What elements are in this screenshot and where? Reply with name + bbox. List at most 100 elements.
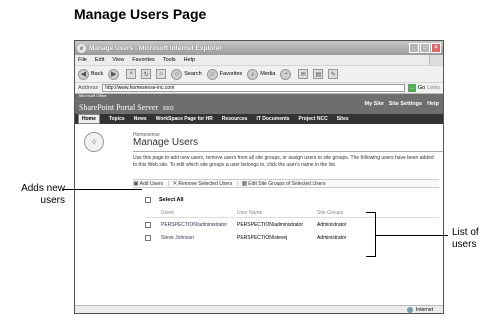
back-arrow-icon: ◀ — [78, 68, 89, 80]
stop-button[interactable]: × — [126, 69, 137, 79]
groups-cell: Administrator — [317, 235, 347, 241]
remove-users-label: Remove Selected Users — [178, 180, 233, 187]
go-label: Go — [417, 85, 426, 91]
col-site-groups: Site Groups — [317, 210, 344, 216]
username-cell: PERSPECTION\stevej — [237, 235, 288, 241]
nav-workspace-hr[interactable]: WorkSpace Page for HR — [156, 116, 213, 122]
add-users-button[interactable]: ▣ Add Users — [133, 180, 164, 188]
address-input[interactable]: http://www.homesense-inc.com — [102, 84, 405, 92]
header-divider — [145, 217, 439, 218]
nav-resources[interactable]: Resources — [222, 116, 248, 122]
callout-add-users-line-2: users — [40, 195, 65, 206]
stop-icon: × — [126, 69, 137, 79]
back-button[interactable]: ◀ Back — [78, 68, 104, 80]
history-button[interactable]: ◔ — [280, 68, 293, 80]
remove-users-button[interactable]: ✕ Remove Selected Users — [172, 180, 233, 188]
search-label: Search — [184, 71, 202, 77]
menu-file[interactable]: File — [78, 57, 87, 63]
add-user-icon: ▣ — [133, 181, 139, 187]
edit-groups-icon: ▦ — [241, 181, 248, 187]
links-button[interactable]: Links — [427, 85, 440, 91]
refresh-button[interactable]: ↻ — [141, 69, 152, 79]
forward-button[interactable]: ▶ — [108, 68, 121, 80]
groups-cell: Administrator — [317, 222, 347, 228]
nav-it-documents[interactable]: IT Documents — [256, 116, 289, 122]
select-all: Select All — [145, 197, 184, 203]
address-label: Address — [78, 85, 99, 91]
toolbar: ◀ Back ▶ × ↻ ⌂ ○ Search ☆ Favorites ♪ Me… — [75, 66, 443, 83]
nav-news[interactable]: News — [134, 116, 147, 122]
address-bar: Address http://www.homesense-inc.com → G… — [75, 83, 443, 94]
logo-year: 2003 — [162, 106, 174, 112]
go-button[interactable]: → Go — [407, 84, 426, 92]
mail-icon: ✉ — [298, 69, 309, 79]
back-label: Back — [91, 71, 104, 77]
menu-bar: File Edit View Favorites Tools Help — [75, 55, 443, 66]
callout-list-line — [376, 235, 448, 236]
callout-add-users-line — [62, 189, 142, 190]
row-checkbox[interactable] — [145, 235, 151, 241]
sharepoint-header: Microsoft Office SharePoint Portal Serve… — [75, 94, 443, 114]
sharepoint-nav: Home Topics News WorkSpace Page for HR R… — [75, 114, 443, 124]
globe-icon — [407, 306, 414, 313]
logo-big-text: SharePoint Portal Server — [79, 103, 159, 112]
nav-project-ncc[interactable]: Project NCC — [299, 116, 328, 122]
favorites-button[interactable]: ☆ Favorites — [206, 68, 243, 80]
windows-flag-icon — [429, 55, 443, 65]
row-checkbox[interactable] — [145, 222, 151, 228]
media-button[interactable]: ♪ Media — [247, 68, 276, 80]
menu-view[interactable]: View — [112, 57, 124, 63]
callout-list-users: List of users — [452, 227, 498, 251]
home-icon: ⌂ — [156, 69, 167, 79]
edit-icon: ✎ — [328, 69, 339, 79]
nav-topics[interactable]: Topics — [109, 116, 125, 122]
help-link[interactable]: Help — [427, 101, 439, 107]
edit-button[interactable]: ✎ — [328, 69, 339, 79]
page-heading: Manage Users — [133, 137, 199, 148]
mail-button[interactable]: ✉ — [298, 69, 309, 79]
ie-icon: e — [77, 43, 86, 53]
status-bar: Internet — [75, 305, 443, 313]
print-button[interactable]: ▤ — [313, 69, 324, 79]
edit-groups-button[interactable]: ▦ Edit Site Groups of Selected Users — [241, 180, 326, 188]
page-content: ✧ Homesense Manage Users Use this page t… — [75, 124, 443, 276]
col-users: Users — [161, 210, 175, 216]
list-bracket — [366, 212, 376, 257]
close-button[interactable]: × — [431, 43, 441, 53]
maximize-button[interactable]: □ — [420, 43, 430, 53]
remove-x-icon: ✕ — [172, 181, 178, 187]
star-icon: ☆ — [206, 68, 218, 80]
favorites-label: Favorites — [219, 71, 243, 77]
action-bar: ▣ Add Users | ✕ Remove Selected Users | … — [133, 179, 439, 188]
menu-tools[interactable]: Tools — [163, 57, 176, 63]
media-label: Media — [260, 71, 276, 77]
user-link[interactable]: PERSPECTION\administrator — [161, 222, 227, 228]
nav-sites[interactable]: Sites — [337, 116, 349, 122]
title-bar: e Manage Users - Microsoft Internet Expl… — [75, 41, 443, 55]
nav-home[interactable]: Home — [78, 114, 100, 124]
callout-add-users: Adds new users — [5, 183, 65, 207]
zone-label: Internet — [416, 306, 433, 313]
add-users-label: Add Users — [139, 180, 164, 187]
print-icon: ▤ — [313, 69, 324, 79]
select-all-checkbox[interactable] — [145, 197, 151, 203]
logo-small-text: Microsoft Office — [79, 93, 107, 98]
search-button[interactable]: ○ Search — [171, 68, 202, 80]
callout-list-line-2: users — [452, 239, 477, 250]
user-link[interactable]: Steve Johnson — [161, 235, 194, 241]
username-cell: PERSPECTION\administrator — [237, 222, 304, 228]
minimize-button[interactable]: _ — [409, 43, 419, 53]
page-description: Use this page to add new users, remove u… — [133, 155, 434, 168]
history-icon: ◔ — [280, 68, 292, 80]
refresh-icon: ↻ — [141, 69, 152, 79]
site-logo-icon: ✧ — [84, 132, 104, 152]
my-site-link[interactable]: My Site — [365, 101, 384, 107]
menu-help[interactable]: Help — [184, 57, 195, 63]
menu-edit[interactable]: Edit — [95, 57, 104, 63]
home-button[interactable]: ⌂ — [156, 69, 167, 79]
security-zone: Internet — [407, 306, 433, 313]
heading-divider — [133, 151, 443, 152]
menu-favorites[interactable]: Favorites — [132, 57, 155, 63]
edit-groups-label: Edit Site Groups of Selected Users — [248, 180, 326, 187]
site-settings-link[interactable]: Site Settings — [389, 101, 422, 107]
